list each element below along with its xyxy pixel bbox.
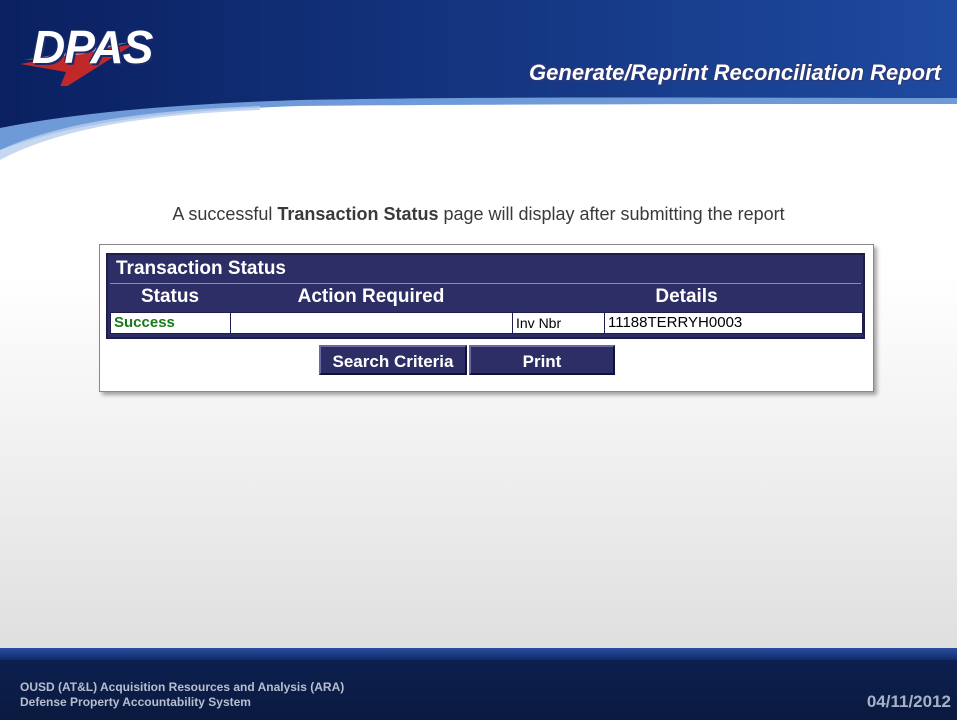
dpas-logo: DPAS bbox=[14, 14, 154, 86]
page-title: Generate/Reprint Reconciliation Report bbox=[529, 60, 941, 85]
logo-text: DPAS bbox=[32, 21, 153, 73]
title-divider bbox=[110, 283, 861, 284]
table-row: Success Inv Nbr 11188TERRYH0003 bbox=[110, 312, 863, 334]
print-button[interactable]: Print bbox=[469, 345, 615, 375]
detail-value-cell: 11188TERRYH0003 bbox=[608, 314, 743, 331]
intro-bold: Transaction Status bbox=[277, 204, 439, 224]
status-cell: Success bbox=[111, 313, 231, 333]
footer: OUSD (AT&L) Acquisition Resources and An… bbox=[0, 648, 957, 720]
search-criteria-button[interactable]: Search Criteria bbox=[319, 345, 467, 375]
action-required-cell bbox=[231, 313, 513, 333]
footer-org-line: OUSD (AT&L) Acquisition Resources and An… bbox=[20, 680, 345, 694]
footer-accent-bar bbox=[0, 648, 957, 660]
intro-prefix: A successful bbox=[172, 204, 278, 224]
detail-label-cell: Inv Nbr bbox=[513, 313, 605, 333]
transaction-status-panel: Transaction Status Status Action Require… bbox=[99, 244, 874, 392]
column-header-details: Details bbox=[655, 286, 718, 307]
header-banner: DPAS Generate/Reprint Reconciliation Rep… bbox=[0, 0, 957, 170]
transaction-status-title: Transaction Status bbox=[116, 258, 286, 279]
transaction-status-table: Transaction Status Status Action Require… bbox=[106, 253, 865, 339]
column-header-status: Status bbox=[140, 286, 200, 307]
intro-suffix: page will display after submitting the r… bbox=[438, 204, 785, 224]
column-header-action-required: Action Required bbox=[297, 286, 445, 307]
footer-system-line: Defense Property Accountability System bbox=[20, 695, 251, 709]
footer-date: 04/11/2012 bbox=[866, 692, 951, 711]
intro-text: A successful Transaction Status page wil… bbox=[0, 204, 957, 225]
